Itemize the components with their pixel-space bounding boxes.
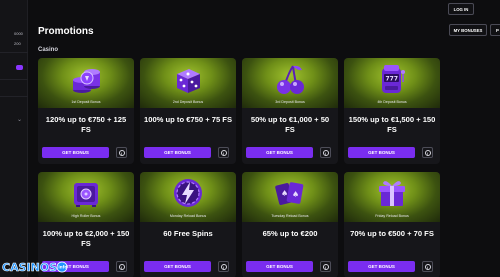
promo-card-image: Monday Reload Bonus — [140, 172, 236, 222]
login-button[interactable]: LOG IN — [448, 3, 474, 15]
info-button[interactable]: i — [116, 147, 127, 158]
promo-card-title: 150% up to €1,500 + 150 FS — [348, 115, 436, 134]
get-bonus-button[interactable]: GET BONUS — [144, 261, 211, 272]
promo-card-tag: Tuesday Reload Bonus — [271, 214, 309, 218]
promo-card-image: 1st Deposit Bonus — [38, 58, 134, 108]
promo-card-image: 777 4th Deposit Bonus — [344, 58, 440, 108]
info-button[interactable]: i — [320, 147, 331, 158]
promo-card-title: 100% up to €750 + 75 FS — [144, 115, 233, 124]
sidebar-divider — [0, 96, 28, 97]
get-bonus-button[interactable]: GET BONUS — [348, 147, 415, 158]
get-bonus-button[interactable]: GET BONUS — [246, 147, 313, 158]
promo-card-image: Friday Reload Bonus — [344, 172, 440, 222]
promo-card-image: High Roller Bonus — [38, 172, 134, 222]
promo-card-tag: 1st Deposit Bonus — [71, 100, 101, 104]
info-icon: i — [118, 149, 125, 156]
sidebar-divider — [0, 79, 28, 80]
sidebar-counter-bottom: 200 — [14, 41, 21, 46]
my-bonuses-button[interactable]: MY BONUSES — [449, 24, 487, 36]
info-icon: i — [424, 263, 431, 270]
promo-card: Friday Reload Bonus 70% up to €500 + 70 … — [344, 172, 440, 277]
promo-card: ♠ ♠ Tuesday Reload Bonus 65% up to €200 … — [242, 172, 338, 277]
promo-card-title: 120% up to €750 + 125 FS — [45, 115, 127, 134]
info-icon: i — [322, 263, 329, 270]
get-bonus-button[interactable]: GET BONUS — [348, 261, 415, 272]
info-button[interactable]: i — [422, 261, 433, 272]
svg-text:777: 777 — [386, 76, 399, 83]
info-icon: i — [322, 149, 329, 156]
cherries-icon — [277, 65, 304, 94]
promo-card-tag: Friday Reload Bonus — [375, 214, 409, 218]
dice-icon — [177, 69, 200, 93]
watermark-suffix: info — [58, 265, 67, 270]
promo-card-title: 65% up to €200 — [262, 229, 318, 238]
promo-card-title: 50% up to €1,000 + 50 FS — [250, 115, 330, 134]
info-button[interactable]: i — [422, 147, 433, 158]
promo-card-title: 70% up to €500 + 70 FS — [350, 229, 434, 238]
playing-cards-icon: ♠ ♠ — [275, 182, 304, 205]
promo-card-image: 2nd Deposit Bonus — [140, 58, 236, 108]
sidebar-divider — [0, 52, 28, 53]
info-button[interactable]: i — [218, 261, 229, 272]
section-label-casino: Casino — [38, 47, 59, 53]
promo-card-tag: 2nd Deposit Bonus — [172, 100, 204, 104]
chip-stack-icon — [73, 69, 100, 93]
promo-card-tag: High Roller Bonus — [71, 214, 101, 218]
sidebar-toggle-indicator[interactable] — [16, 65, 23, 70]
svg-text:♠: ♠ — [292, 190, 299, 199]
promo-card-tag: Monday Reload Bonus — [169, 214, 207, 218]
promo-card-tag: 3rd Deposit Bonus — [275, 100, 305, 104]
info-icon: i — [220, 263, 227, 270]
sidebar: 0000 200 ⌄ — [0, 0, 28, 277]
promo-card: 1st Deposit Bonus 120% up to €750 + 125 … — [38, 58, 134, 164]
promo-card-image: 3rd Deposit Bonus — [242, 58, 338, 108]
main-content: LOG IN Promotions MY BONUSES P Casino 1s… — [28, 0, 500, 277]
info-button[interactable]: i — [320, 261, 331, 272]
promo-card: 3rd Deposit Bonus 50% up to €1,000 + 50 … — [242, 58, 338, 164]
sidebar-counter-top: 0000 — [14, 31, 23, 36]
svg-text:♠: ♠ — [281, 189, 288, 198]
promo-card-tag: 4th Deposit Bonus — [377, 100, 407, 104]
info-button[interactable]: i — [218, 147, 229, 158]
info-icon: i — [220, 149, 227, 156]
slot-machine-icon: 777 — [382, 65, 405, 93]
watermark-text: CASINOS — [2, 261, 57, 274]
chevron-down-icon[interactable]: ⌄ — [17, 117, 22, 123]
promo-card-title: 100% up to €2,000 + 150 FS — [42, 229, 130, 248]
info-button[interactable]: i — [116, 261, 127, 272]
get-bonus-button[interactable]: GET BONUS — [42, 147, 109, 158]
promo-card-image: ♠ ♠ Tuesday Reload Bonus — [242, 172, 338, 222]
gift-box-icon — [379, 181, 405, 206]
get-bonus-button[interactable]: GET BONUS — [144, 147, 211, 158]
lightning-chip-icon — [174, 179, 202, 207]
promo-card-title: 60 Free Spins — [163, 229, 213, 238]
promo-card: 2nd Deposit Bonus 100% up to €750 + 75 F… — [140, 58, 236, 164]
promo-card: Monday Reload Bonus 60 Free Spins GET BO… — [140, 172, 236, 277]
info-icon: i — [118, 263, 125, 270]
page-title: Promotions — [38, 26, 94, 37]
promo-card: 777 4th Deposit Bonus 150% up to €1,500 … — [344, 58, 440, 164]
promotions-grid: 1st Deposit Bonus 120% up to €750 + 125 … — [38, 58, 440, 277]
casinos-watermark-logo: CASINOS info — [2, 261, 68, 274]
get-bonus-button[interactable]: GET BONUS — [246, 261, 313, 272]
safe-icon — [74, 183, 98, 207]
info-icon: i — [424, 149, 431, 156]
secondary-tab-button[interactable]: P — [490, 24, 500, 36]
